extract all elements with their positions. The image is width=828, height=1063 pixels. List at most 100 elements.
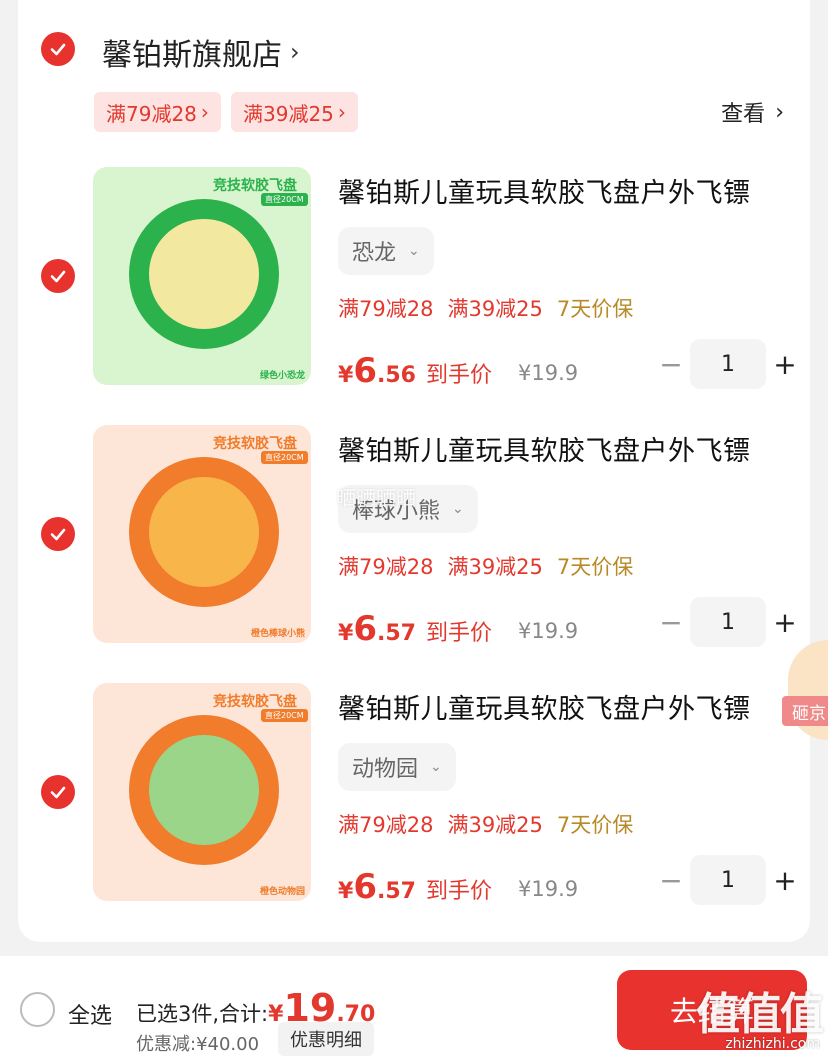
final-price: ¥ 6 .57 到手价 [338,609,492,649]
price-decimal: .56 [376,363,416,388]
promo-label: 满79减28 [338,555,434,579]
thumbnail-size-tag: 直径20CM [261,193,308,206]
price-label: 到手价 [425,879,492,904]
price-integer: 6 [353,867,377,907]
chevron-right-icon: › [337,100,346,124]
chevron-right-icon: › [290,38,300,66]
chevron-right-icon: › [200,100,209,124]
decrease-quantity-button[interactable]: − [656,348,686,381]
product-title[interactable]: 馨铂斯儿童玩具软胶飞盘户外飞镖 [338,171,751,210]
product-promos: 满79减28 满39减25 7天价保 [338,551,633,581]
discount-detail-button[interactable]: 优惠明细 [278,1022,374,1056]
checkmark-icon [50,43,66,56]
frisbee-artwork [149,735,259,845]
thumbnail-banner-text: 竞技软胶飞盘 [213,178,297,194]
promo-label: 满39减25 [447,555,543,579]
product-thumbnail[interactable]: 竞技软胶飞盘 直径20CM 绿色小恐龙 [93,167,311,385]
checkmark-icon [50,528,66,541]
watermark-text: 晒晒晒晒 [336,486,416,510]
price-currency: ¥ [338,363,354,388]
quantity-stepper: − 1 + [656,855,800,905]
quantity-input[interactable]: 1 [690,855,766,905]
increase-quantity-button[interactable]: + [770,864,800,897]
select-all-label[interactable]: 全选 [68,998,112,1030]
decrease-quantity-button[interactable]: − [656,606,686,639]
increase-quantity-button[interactable]: + [770,348,800,381]
store-promo-tag[interactable]: 满79减28 › [94,92,221,132]
store-name: 馨铂斯旗舰店 [102,38,282,73]
thumbnail-banner-text: 竞技软胶飞盘 [213,694,297,710]
frisbee-artwork [149,477,259,587]
floating-badge-label: 砸京 [782,696,828,726]
store-checkbox-checked[interactable] [41,32,75,66]
store-name-link[interactable]: 馨铂斯旗舰店 › [102,30,300,74]
discount-amount: 优惠减:¥40.00 [136,1034,260,1055]
promo-label: 满79减28 [338,297,434,321]
price-protect-label: 7天价保 [556,297,634,321]
select-all-checkbox[interactable] [20,992,55,1027]
variant-selector[interactable]: 动物园 ⌄ [338,743,456,791]
price-label: 到手价 [425,621,492,646]
cart-item: 竞技软胶飞盘 直径20CM 橙色动物园 馨铂斯儿童玩具软胶飞盘户外飞镖 动物园 … [0,683,828,923]
price-currency: ¥ [338,879,354,904]
chevron-down-icon: ⌄ [408,243,420,259]
original-price: ¥19.9 [518,361,579,385]
thumbnail-variant-caption: 橙色动物园 [259,887,305,897]
price-currency: ¥ [338,621,354,646]
product-title[interactable]: 馨铂斯儿童玩具软胶飞盘户外飞镖 [338,429,751,468]
thumbnail-size-tag: 直径20CM [261,451,308,464]
promo-label: 满79减28 [338,813,434,837]
chevron-right-icon: › [775,99,784,125]
quantity-stepper: − 1 + [656,597,800,647]
thumbnail-variant-caption: 绿色小恐龙 [259,371,305,381]
product-thumbnail[interactable]: 竞技软胶飞盘 直径20CM 橙色动物园 [93,683,311,901]
quantity-input[interactable]: 1 [690,597,766,647]
original-price: ¥19.9 [518,877,579,901]
quantity-stepper: − 1 + [656,339,800,389]
variant-selector[interactable]: 恐龙 ⌄ [338,227,434,275]
item-checkbox-checked[interactable] [41,775,75,809]
quantity-input[interactable]: 1 [690,339,766,389]
selected-count-label: 已选3件,合计: [136,1002,269,1026]
price-protect-label: 7天价保 [556,555,634,579]
store-promo-tag[interactable]: 满39减25 › [231,92,358,132]
promo-tag-label: 满39减25 [243,101,334,126]
price-label: 到手价 [425,363,492,388]
final-price: ¥ 6 .56 到手价 [338,351,492,391]
price-integer: 6 [353,609,377,649]
cart-item: 竞技软胶飞盘 直径20CM 橙色棒球小熊 馨铂斯儿童玩具软胶飞盘户外飞镖 棒球小… [0,425,828,665]
chevron-down-icon: ⌄ [452,501,464,517]
site-watermark-logo: 值值值 [696,989,824,1040]
checkout-bar: 全选 已选3件,合计: ¥ 19 .70 优惠减:¥40.00 优惠明细 去结算… [0,956,828,1063]
thumbnail-banner-text: 竞技软胶飞盘 [213,436,297,452]
product-thumbnail[interactable]: 竞技软胶飞盘 直径20CM 橙色棒球小熊 [93,425,311,643]
cart-item: 竞技软胶飞盘 直径20CM 绿色小恐龙 馨铂斯儿童玩具软胶飞盘户外飞镖 恐龙 ⌄… [0,167,828,407]
product-promos: 满79减28 满39减25 7天价保 [338,809,633,839]
product-promos: 满79减28 满39减25 7天价保 [338,293,633,323]
original-price: ¥19.9 [518,619,579,643]
chevron-down-icon: ⌄ [430,759,442,775]
frisbee-illustration [129,457,279,607]
view-more-label: 查看 [721,102,766,127]
decrease-quantity-button[interactable]: − [656,864,686,897]
frisbee-illustration [129,199,279,349]
view-more-link[interactable]: 查看 › [721,96,784,128]
site-watermark-url: zhizhizhi.com [725,1036,820,1052]
price-integer: 6 [353,351,377,391]
item-checkbox-checked[interactable] [41,517,75,551]
price-decimal: .57 [376,621,416,646]
checkmark-icon [50,786,66,799]
variant-label: 动物园 [352,757,419,782]
product-title[interactable]: 馨铂斯儿童玩具软胶飞盘户外飞镖 [338,687,751,726]
checkmark-icon [50,270,66,283]
thumbnail-variant-caption: 橙色棒球小熊 [250,629,305,639]
variant-label: 恐龙 [352,241,397,266]
item-checkbox-checked[interactable] [41,259,75,293]
price-protect-label: 7天价保 [556,813,634,837]
frisbee-artwork [149,219,259,329]
final-price: ¥ 6 .57 到手价 [338,867,492,907]
promo-label: 满39减25 [447,297,543,321]
price-decimal: .57 [376,879,416,904]
promo-label: 满39减25 [447,813,543,837]
increase-quantity-button[interactable]: + [770,606,800,639]
